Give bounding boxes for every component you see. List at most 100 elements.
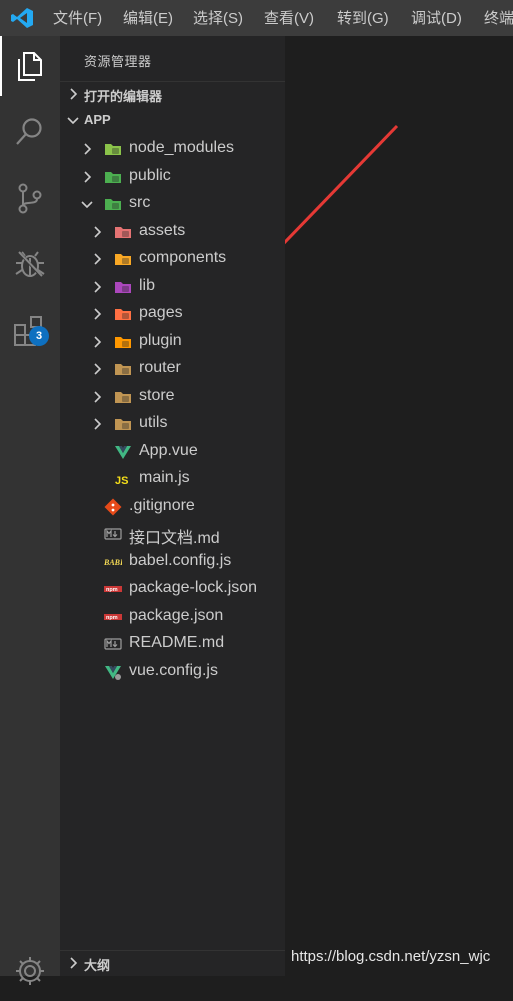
tree-file-row[interactable]: npm package.json xyxy=(60,603,285,630)
manage-activity-button[interactable] xyxy=(0,941,60,1001)
vue-file-icon xyxy=(115,445,131,459)
pages-folder-icon xyxy=(115,309,131,320)
tree-file-row[interactable]: 接口文档.md xyxy=(60,520,285,547)
tree-file-row[interactable]: README.md xyxy=(60,630,285,657)
svg-text:BABEL: BABEL xyxy=(104,558,122,567)
tree-item-label: src xyxy=(129,194,151,211)
tree-item-label: .gitignore xyxy=(129,496,195,514)
menu-goto[interactable]: 转到(G) xyxy=(337,0,389,36)
outline-section-header[interactable]: 大纲 xyxy=(60,950,285,977)
app-section-header[interactable]: APP xyxy=(60,108,285,134)
tree-item-label: babel.config.js xyxy=(129,551,232,569)
markdown-file-icon xyxy=(104,528,122,540)
public-folder-icon xyxy=(105,171,121,183)
vue-config-file-icon xyxy=(105,665,121,680)
source-control-icon xyxy=(18,183,42,214)
chevron-right-icon xyxy=(70,88,78,100)
menu-edit[interactable]: 编辑(E) xyxy=(123,0,173,36)
tree-folder-row[interactable]: utils xyxy=(60,410,285,437)
tree-folder-row[interactable]: pages xyxy=(60,300,285,327)
chevron-right-icon[interactable] xyxy=(90,362,104,376)
git-file-icon xyxy=(104,498,122,515)
tree-folder-row[interactable]: components xyxy=(60,245,285,272)
watermark: https://blog.csdn.net/yzsn_wjc xyxy=(291,948,491,965)
menu-file[interactable]: 文件(F) xyxy=(53,0,102,36)
tree-item-label: plugin xyxy=(139,331,182,349)
tree-file-row[interactable]: App.vue xyxy=(60,438,285,465)
markdown-file-icon xyxy=(104,638,122,650)
open-editors-section-header[interactable]: 打开的编辑器 xyxy=(60,81,285,108)
tree-folder-row[interactable]: plugin xyxy=(60,328,285,355)
chevron-right-icon[interactable] xyxy=(90,280,104,294)
chevron-right-icon[interactable] xyxy=(90,252,104,266)
gear-icon xyxy=(16,957,44,985)
tree-item-label: package-lock.json xyxy=(129,579,258,596)
menu-selection[interactable]: 选择(S) xyxy=(193,0,243,36)
editor-area xyxy=(285,36,513,976)
debug-activity-button[interactable] xyxy=(0,234,60,294)
store-folder-icon xyxy=(115,391,131,403)
outline-label: 大纲 xyxy=(84,958,111,973)
tree-item-label: 接口文档.md xyxy=(129,530,220,547)
tree-file-row[interactable]: npm package-lock.json xyxy=(60,575,285,602)
router-folder-icon xyxy=(115,364,131,375)
svg-text:npm: npm xyxy=(106,587,118,593)
chevron-right-icon[interactable] xyxy=(90,307,104,321)
menu-debug[interactable]: 调试(D) xyxy=(411,0,462,36)
tree-item-label: package.json xyxy=(129,606,224,624)
activity-bar: 3 xyxy=(0,36,60,985)
tree-item-label: README.md xyxy=(129,634,225,651)
chevron-right-icon[interactable] xyxy=(90,335,104,349)
tree-item-label: store xyxy=(139,386,175,404)
tree-item-label: public xyxy=(129,166,171,184)
chevron-right-icon[interactable] xyxy=(90,225,104,239)
tree-item-label: pages xyxy=(139,304,183,321)
chevron-down-icon[interactable] xyxy=(80,197,94,211)
tree-item-label: router xyxy=(139,359,181,376)
chevron-right-icon[interactable] xyxy=(90,390,104,404)
chevron-right-icon[interactable] xyxy=(80,170,94,184)
extensions-badge: 3 xyxy=(29,326,49,346)
red-arrow-annotation xyxy=(285,124,399,245)
open-editors-label: 打开的编辑器 xyxy=(84,89,163,104)
tree-folder-row[interactable]: src xyxy=(60,190,285,217)
tree-file-row[interactable]: .gitignore xyxy=(60,493,285,520)
npm-file-icon: npm xyxy=(104,586,122,593)
tree-item-label: main.js xyxy=(139,469,190,486)
source-control-activity-button[interactable] xyxy=(0,168,60,228)
menu-view[interactable]: 查看(V) xyxy=(264,0,314,36)
chevron-right-icon[interactable] xyxy=(90,417,104,431)
menu-bar: 文件(F) 编辑(E) 选择(S) 查看(V) 转到(G) 调试(D) 终端 xyxy=(0,0,513,36)
assets-folder-icon xyxy=(115,226,131,238)
vscode-logo-icon xyxy=(11,8,33,28)
tree-item-label: assets xyxy=(139,221,186,239)
chevron-right-icon xyxy=(70,957,78,969)
chevron-right-icon[interactable] xyxy=(80,142,94,156)
tree-file-row[interactable]: BABEL babel.config.js xyxy=(60,548,285,575)
babel-file-icon: BABEL xyxy=(104,558,122,567)
menu-terminal[interactable]: 终端 xyxy=(484,0,513,36)
search-activity-button[interactable] xyxy=(0,102,60,162)
tree-item-label: lib xyxy=(139,276,156,294)
tree-item-label: utils xyxy=(139,414,168,431)
tree-folder-row[interactable]: store xyxy=(60,383,285,410)
explorer-activity-button[interactable] xyxy=(0,36,60,96)
explorer-sidebar: 资源管理器 打开的编辑器 APP node_modules public src as… xyxy=(60,36,285,976)
tree-folder-row[interactable]: public xyxy=(60,163,285,190)
tree-item-label: vue.config.js xyxy=(129,661,218,679)
js-file-icon: JS xyxy=(115,475,128,487)
tree-item-label: node_modules xyxy=(129,139,234,156)
lib-folder-icon xyxy=(115,281,131,293)
debug-icon xyxy=(15,249,45,279)
svg-text:JS: JS xyxy=(115,475,128,487)
search-icon xyxy=(16,118,42,145)
tree-file-row[interactable]: JS main.js xyxy=(60,465,285,492)
components-folder-icon xyxy=(115,254,131,265)
tree-folder-row[interactable]: node_modules xyxy=(60,135,285,162)
tree-folder-row[interactable]: assets xyxy=(60,218,285,245)
npm-file-icon: npm xyxy=(104,613,122,621)
tree-folder-row[interactable]: router xyxy=(60,355,285,382)
chevron-down-icon xyxy=(67,117,79,125)
tree-file-row[interactable]: vue.config.js xyxy=(60,658,285,685)
tree-folder-row[interactable]: lib xyxy=(60,273,285,300)
